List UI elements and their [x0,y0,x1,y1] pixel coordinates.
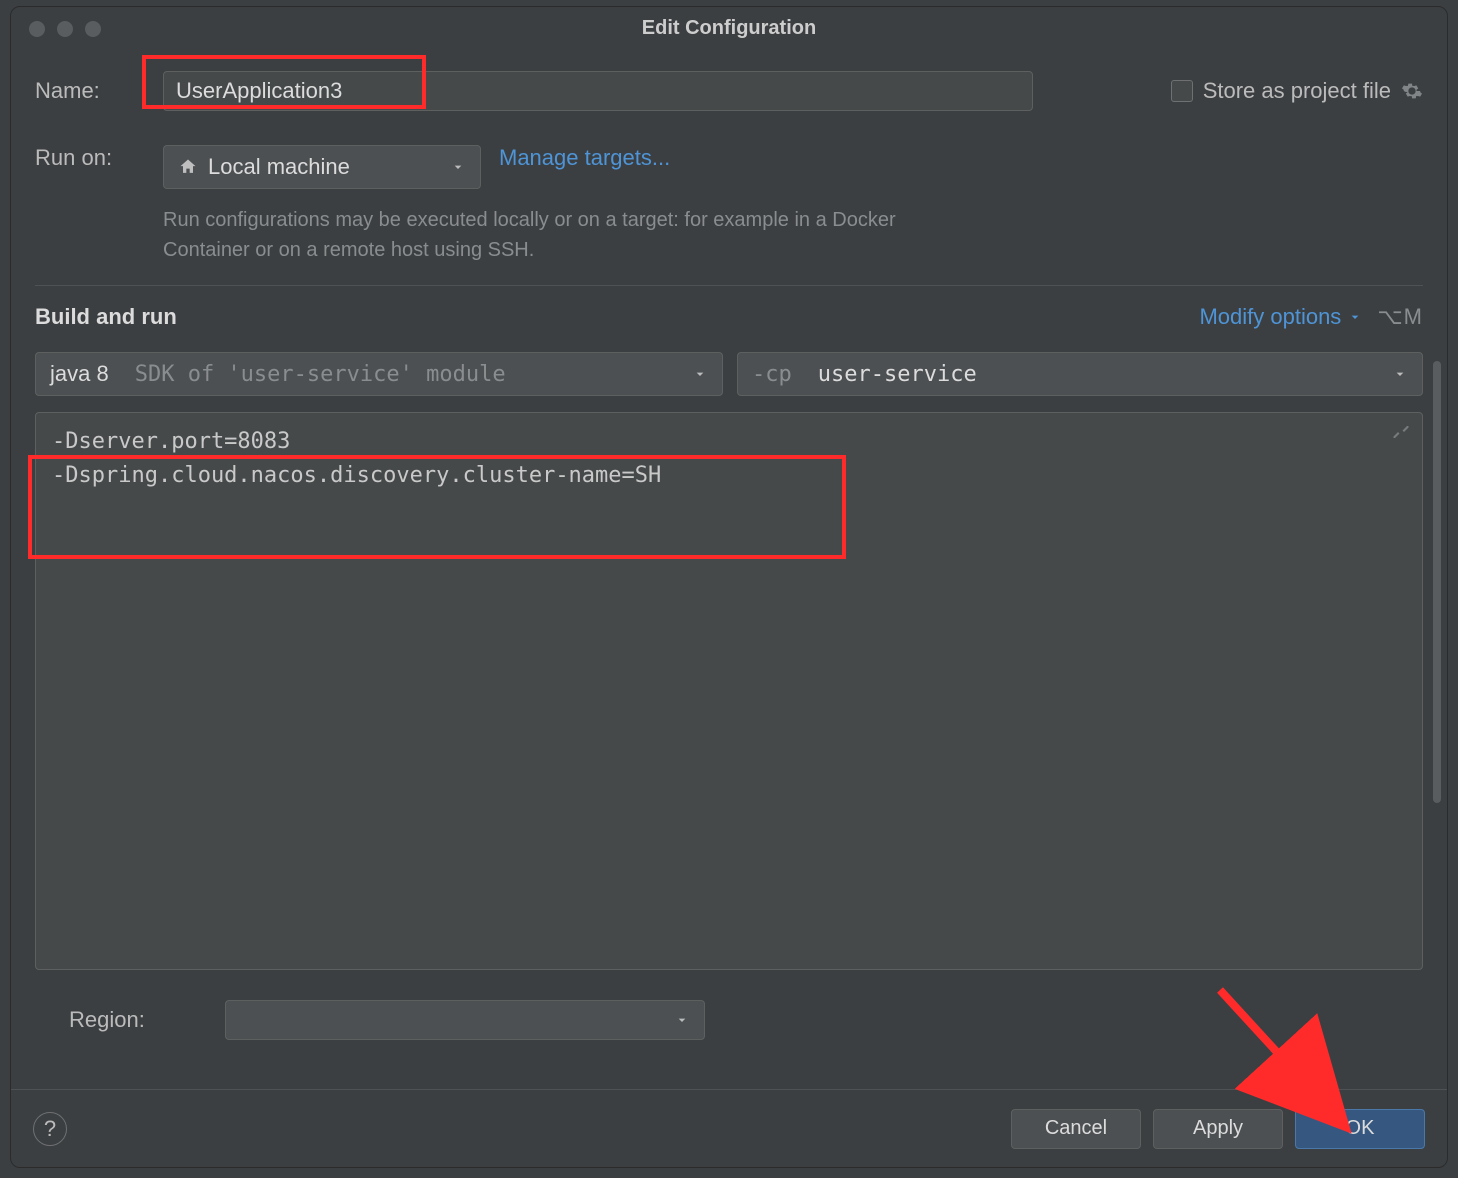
gear-icon[interactable] [1401,80,1423,102]
home-icon [178,157,198,177]
manage-targets-link[interactable]: Manage targets... [499,145,670,171]
store-as-project-file-checkbox[interactable] [1171,80,1193,102]
cp-prefix: -cp [752,362,792,387]
cancel-button[interactable]: Cancel [1011,1109,1141,1149]
cp-value: user-service [818,362,977,387]
titlebar: Edit Configuration [11,7,1447,51]
chevron-down-icon [674,1012,690,1028]
section-divider [35,285,1423,286]
modify-options-shortcut: ⌥M [1377,304,1423,330]
sdk-hint: SDK of 'user-service' module [135,362,506,387]
sdk-select[interactable]: java 8 SDK of 'user-service' module [35,352,723,396]
name-label: Name: [35,78,145,104]
scrollbar[interactable] [1433,361,1441,803]
vm-options-field[interactable] [35,412,1423,970]
chevron-down-icon [1392,366,1408,382]
run-on-hint: Run configurations may be executed local… [163,205,923,265]
dialog-title: Edit Configuration [11,17,1447,40]
help-icon[interactable]: ? [33,1112,67,1146]
modify-options-link[interactable]: Modify options [1199,304,1363,330]
run-on-select[interactable]: Local machine [163,145,481,189]
build-run-title: Build and run [35,304,177,330]
chevron-down-icon [450,159,466,175]
region-select[interactable] [225,1000,705,1040]
chevron-down-icon [692,366,708,382]
store-as-project-file-label: Store as project file [1203,78,1391,104]
expand-icon[interactable] [1392,423,1410,441]
sdk-prefix: java 8 [50,361,109,387]
classpath-select[interactable]: -cp user-service [737,352,1423,396]
run-on-label: Run on: [35,145,145,171]
vm-options-textarea[interactable] [36,413,1454,993]
annotation-arrow [1210,980,1380,1150]
run-on-value: Local machine [208,154,350,180]
region-label: Region: [69,1007,205,1033]
name-input[interactable] [163,71,1033,111]
